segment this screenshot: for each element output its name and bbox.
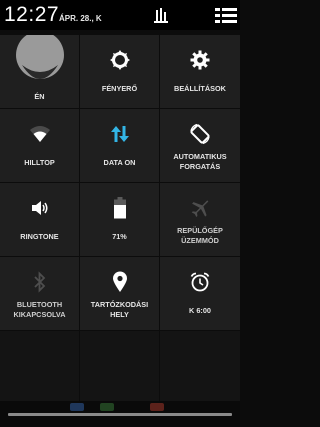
alarm-clock-icon: [160, 271, 240, 293]
tile-battery[interactable]: 71%: [80, 183, 159, 256]
dock-app-icon: [70, 403, 84, 411]
tile-bluetooth-label: BLUETOOTH KIKAPCSOLVA: [13, 300, 66, 319]
tile-settings[interactable]: BEÁLLÍTÁSOK: [160, 35, 240, 108]
airplane-icon: [160, 197, 240, 219]
wifi-icon: [0, 123, 79, 145]
tile-battery-label: 71%: [112, 232, 127, 241]
battery-icon: [80, 197, 159, 219]
tile-ringtone-label: RINGTONE: [20, 232, 59, 241]
tile-airplane-label: REPÜLŐGÉP ÜZEMMÓD: [177, 226, 223, 245]
brightness-icon: [80, 49, 159, 71]
clock-time: 12:27: [4, 3, 60, 26]
tile-rotate-label: AUTOMATIKUS FORGATÁS: [173, 152, 227, 171]
tile-ringtone[interactable]: RINGTONE: [0, 183, 79, 256]
tile-brightness-label: FÉNYERŐ: [101, 84, 138, 93]
tile-location[interactable]: TARTÓZKODÁSI HELY: [80, 257, 159, 330]
panel-drag-handle[interactable]: [8, 413, 232, 416]
tile-user[interactable]: ÉN: [0, 35, 79, 108]
location-pin-icon: [80, 271, 159, 293]
tile-partial: [80, 331, 159, 401]
auto-rotate-icon: [160, 123, 240, 145]
tile-data[interactable]: DATA ON: [80, 109, 159, 182]
battery-level-fill: [113, 205, 126, 219]
speaker-icon: [0, 197, 79, 219]
tile-alarm[interactable]: K 6:00: [160, 257, 240, 330]
tile-airplane[interactable]: REPÜLŐGÉP ÜZEMMÓD: [160, 183, 240, 256]
tile-alarm-label: K 6:00: [189, 306, 211, 315]
user-avatar-icon: [16, 35, 64, 87]
tile-rotate[interactable]: AUTOMATIKUS FORGATÁS: [160, 109, 240, 182]
quick-settings-grid: ÉN FÉNYERŐ BEÁLLÍTÁSOK HILLTOP DATA ON A…: [0, 35, 240, 401]
tile-user-label: ÉN: [34, 92, 45, 101]
tile-partial: [160, 331, 240, 401]
bluetooth-icon: [0, 271, 79, 293]
tile-bluetooth[interactable]: BLUETOOTH KIKAPCSOLVA: [0, 257, 79, 330]
stats-icon[interactable]: [150, 6, 172, 26]
data-arrows-icon: [80, 123, 159, 145]
tile-wifi[interactable]: HILLTOP: [0, 109, 79, 182]
tile-brightness[interactable]: FÉNYERŐ: [80, 35, 159, 108]
tile-wifi-label: HILLTOP: [24, 158, 55, 167]
tile-partial: [0, 331, 79, 401]
tile-settings-label: BEÁLLÍTÁSOK: [174, 84, 226, 93]
tile-data-label: DATA ON: [103, 158, 136, 167]
tile-location-label: TARTÓZKODÁSI HELY: [90, 300, 149, 319]
status-date: ÁPR. 28., K: [59, 14, 102, 23]
dock-app-icon: [150, 403, 164, 411]
notifications-list-icon[interactable]: [214, 6, 237, 26]
dock-app-icon: [100, 403, 114, 411]
status-bar: 12:27 ÁPR. 28., K: [0, 0, 240, 30]
gear-icon: [160, 49, 240, 71]
